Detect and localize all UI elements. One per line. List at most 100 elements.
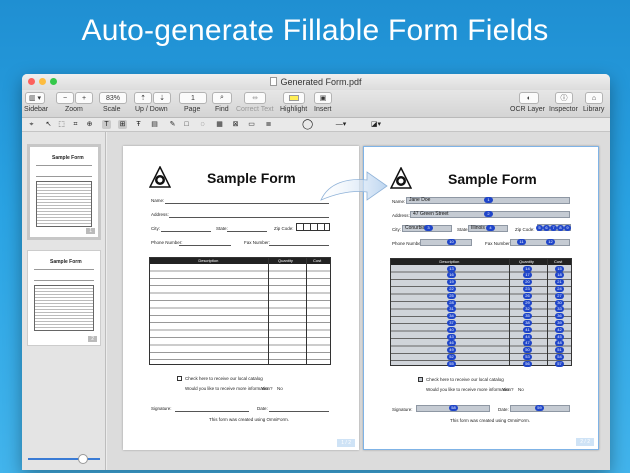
pen-tool-icon[interactable]: ✎ — [168, 120, 177, 129]
thumb-table — [34, 285, 94, 331]
ocr-layer-button[interactable]: ◐ — [519, 92, 539, 104]
field-badge: 28 — [447, 299, 456, 306]
arrange-icon[interactable]: ◪▾ — [368, 120, 384, 129]
field-badge: 11 — [517, 239, 526, 245]
field-badge: 30 — [555, 299, 564, 306]
select-tool-icon[interactable]: ⌖ — [27, 120, 36, 129]
thumb-page-number: 1 — [86, 228, 95, 234]
app-window: Generated Form.pdf ▥ ▾ Sidebar − + Zoom … — [22, 74, 610, 470]
field-badge: 38 — [523, 320, 532, 326]
catalog-checkbox[interactable] — [418, 377, 423, 382]
field-badge: 44 — [523, 333, 532, 340]
field-badge: 55 — [447, 360, 456, 367]
insert-button[interactable]: ▣ — [314, 92, 332, 104]
line-style-icon[interactable]: —▾ — [328, 120, 354, 129]
title-bar: Generated Form.pdf — [22, 74, 610, 90]
sidebar-button[interactable]: ▥ ▾ — [25, 92, 45, 104]
close-button[interactable] — [28, 78, 35, 85]
color-well-icon[interactable]: ◯ — [302, 120, 313, 130]
text-box-tool-icon[interactable]: Ŧ — [134, 120, 143, 129]
find-button[interactable]: ⌕ — [212, 92, 232, 104]
thumb-table — [36, 181, 92, 227]
page-thumbnail-1[interactable]: Sample Form 1 — [27, 144, 101, 240]
field-badge: 10 — [447, 239, 456, 245]
field-badge: 5 — [536, 225, 543, 231]
square-tool-icon[interactable]: □ — [182, 120, 191, 129]
comment-tool-icon[interactable]: ◌ — [198, 120, 207, 129]
library-button[interactable]: ⌂ — [585, 92, 603, 104]
form-title: Sample Form — [448, 171, 537, 187]
zoom-tool-icon[interactable]: ⊕ — [85, 120, 94, 129]
field-badge: 7 — [550, 225, 557, 231]
form-tool-icon[interactable]: ⊞ — [118, 120, 127, 129]
catalog-checkbox — [177, 376, 182, 381]
inspector-button[interactable]: ⓘ — [555, 92, 573, 104]
no-label: No — [518, 387, 524, 392]
state-label: State: — [216, 226, 228, 231]
list-tool-icon[interactable]: ≣ — [264, 120, 273, 129]
zip-label: Zip Code: — [515, 227, 535, 232]
rectangle-select-icon[interactable]: ⬚ — [57, 120, 66, 129]
field-badge: 51 — [555, 347, 564, 354]
field-badge: 14 — [523, 265, 532, 272]
zip-boxes — [296, 223, 330, 231]
field-badge: 6 — [543, 225, 550, 231]
note-tool-icon[interactable]: ▭ — [247, 120, 256, 129]
zoom-out-button[interactable]: − — [56, 92, 74, 104]
thumb-title: Sample Form — [50, 259, 82, 265]
minimize-button[interactable] — [39, 78, 46, 85]
page-field[interactable]: 1 — [179, 92, 207, 104]
highlight-icon — [289, 95, 299, 101]
link-tool-icon[interactable]: ⊠ — [231, 120, 240, 129]
highlight-label: Highlight — [280, 106, 308, 113]
state-label: State: — [457, 227, 469, 232]
page-down-button[interactable]: ⇣ — [153, 92, 171, 104]
thumb-fields — [34, 269, 94, 281]
text-tool-icon[interactable]: T — [102, 120, 111, 129]
zoom-in-button[interactable]: + — [75, 92, 93, 104]
ocr-icon: ◐ — [526, 94, 532, 102]
crop-tool-icon[interactable]: ⌗ — [71, 120, 80, 129]
zoom-window-button[interactable] — [50, 78, 57, 85]
field-badge: 3 — [424, 225, 433, 231]
city-line — [161, 231, 211, 232]
field-badge: 9 — [564, 225, 571, 231]
image-tool-icon[interactable]: ▤ — [150, 120, 159, 129]
pdf-document-icon — [270, 77, 278, 86]
field-badge: 2 — [484, 211, 493, 217]
scale-value: 83% — [105, 94, 120, 102]
field-badge: 27 — [555, 292, 564, 299]
table-rows[interactable] — [391, 265, 571, 365]
yes-label: Yes — [261, 386, 269, 391]
page-label: Page — [184, 106, 201, 113]
phone-label: Phone Number: — [151, 240, 183, 245]
field-badge: 18 — [555, 272, 564, 279]
thumbnail-size-slider[interactable] — [28, 454, 100, 464]
name-label: Name: — [392, 199, 406, 204]
pointer-tool-icon[interactable]: ↖ — [44, 120, 53, 129]
signature-label: Signature: — [151, 406, 172, 411]
arrow-up-icon: ⇡ — [140, 95, 146, 102]
arrow-down-icon: ⇣ — [159, 95, 165, 102]
slider-knob[interactable] — [78, 454, 88, 464]
library-label: Library — [583, 106, 605, 113]
document-view[interactable]: Sample Form Name: Address: City: State: … — [107, 132, 610, 470]
field-badge: 31 — [447, 306, 456, 313]
field-badge: 53 — [523, 354, 532, 360]
field-badge: 20 — [523, 279, 532, 286]
field-badge: 37 — [447, 320, 456, 326]
page-up-button[interactable]: ⇡ — [134, 92, 152, 104]
page-2[interactable]: Sample Form Name: Jane Doe 1 Address: 47… — [363, 146, 599, 450]
city-label: City: — [392, 227, 401, 232]
field-badge: 49 — [447, 347, 456, 354]
field-badge: 42 — [555, 326, 564, 333]
page-thumbnail-2[interactable]: Sample Form 2 — [27, 250, 101, 346]
correct-text-button[interactable]: ⇹ — [244, 92, 266, 104]
scale-field[interactable]: 83% — [99, 92, 127, 104]
highlight-button[interactable] — [283, 92, 305, 104]
page-indicator-1: 1 / 2 — [337, 439, 355, 447]
phone-field[interactable] — [420, 239, 472, 246]
field-badge: 1 — [484, 197, 493, 203]
form-logo-icon — [149, 166, 171, 188]
stamp-tool-icon[interactable]: ▦ — [215, 120, 224, 129]
